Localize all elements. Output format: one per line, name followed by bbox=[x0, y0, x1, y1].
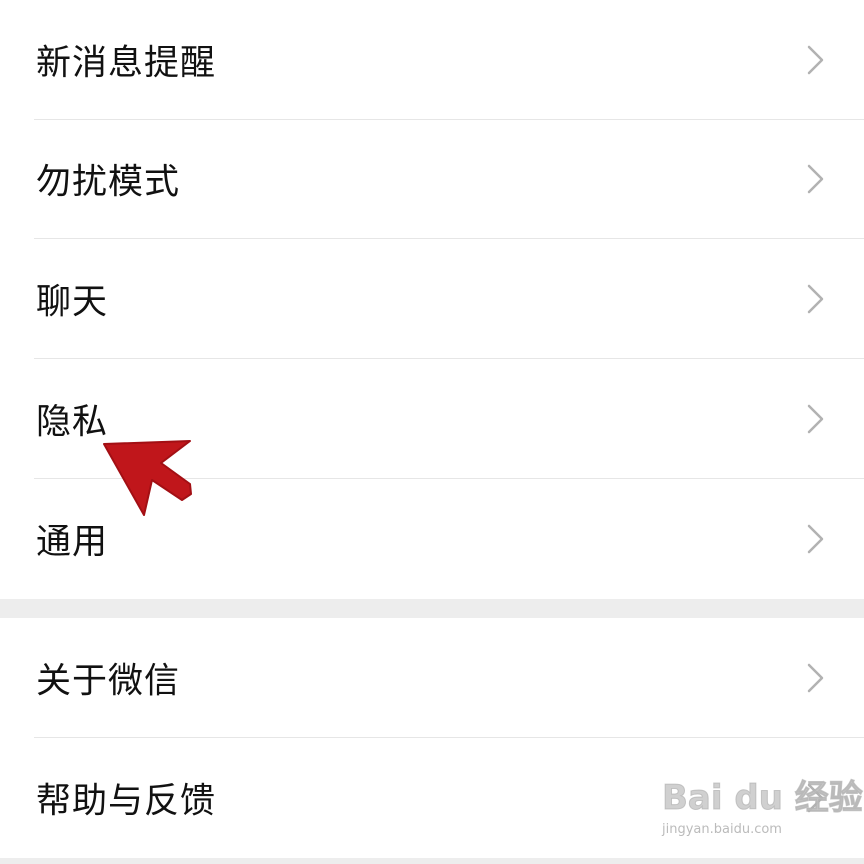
baidu-jingyan-watermark: Bai du 经验 jingyan.baidu.com bbox=[662, 770, 864, 860]
chevron-right-icon bbox=[807, 663, 824, 693]
watermark-logo: Bai du 经验 bbox=[662, 778, 864, 819]
row-label: 新消息提醒 bbox=[36, 43, 217, 84]
privacy-row[interactable]: 隐私 bbox=[0, 359, 864, 479]
row-label: 帮助与反馈 bbox=[36, 781, 217, 822]
row-label: 隐私 bbox=[36, 402, 109, 443]
section-separator bbox=[0, 599, 864, 618]
chevron-right-icon bbox=[807, 524, 824, 554]
settings-page: 新消息提醒 勿扰模式 聊天 隐私 通用 关于微信 帮助与反馈 Bai du 经验… bbox=[0, 0, 864, 864]
about-wechat-row[interactable]: 关于微信 bbox=[0, 618, 864, 738]
watermark-url: jingyan.baidu.com bbox=[662, 822, 782, 837]
new-message-alerts-row[interactable]: 新消息提醒 bbox=[0, 0, 864, 120]
chevron-right-icon bbox=[807, 284, 824, 314]
general-row[interactable]: 通用 bbox=[0, 479, 864, 599]
chat-row[interactable]: 聊天 bbox=[0, 239, 864, 359]
row-label: 关于微信 bbox=[36, 661, 181, 702]
chevron-right-icon bbox=[807, 45, 824, 75]
do-not-disturb-row[interactable]: 勿扰模式 bbox=[0, 119, 864, 239]
settings-group-primary: 新消息提醒 勿扰模式 聊天 隐私 通用 bbox=[0, 0, 864, 599]
chevron-right-icon bbox=[807, 404, 824, 434]
row-label: 聊天 bbox=[36, 282, 109, 323]
row-label: 勿扰模式 bbox=[36, 162, 181, 203]
chevron-right-icon bbox=[807, 164, 824, 194]
row-label: 通用 bbox=[36, 522, 109, 563]
